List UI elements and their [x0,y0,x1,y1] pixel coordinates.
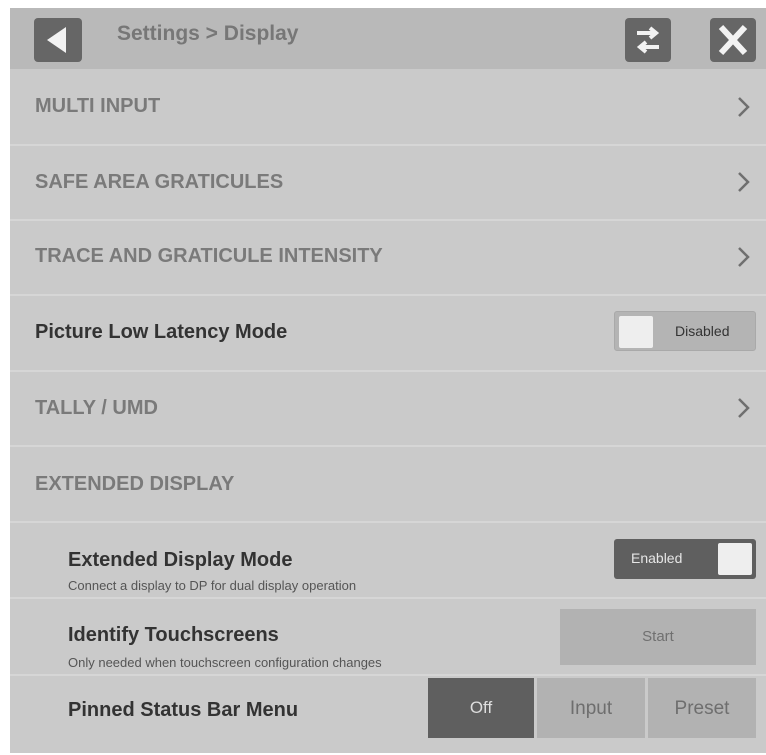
menu-item-tally-umd[interactable]: TALLY / UMD [10,372,766,447]
menu-item-multi-input[interactable]: MULTI INPUT [10,69,766,146]
segment-label: Preset [674,698,730,719]
back-button[interactable] [34,18,82,62]
toggle-state: Enabled [631,550,683,566]
segment-off[interactable]: Off [428,678,534,738]
segment-label: Off [469,698,493,717]
chevron-right-icon [738,172,750,192]
menu-item-trace-intensity[interactable]: TRACE AND GRATICULE INTENSITY [10,221,766,296]
toggle-knob [619,316,653,348]
menu-item-label: TRACE AND GRATICULE INTENSITY [35,245,383,267]
identify-touchscreens-description: Only needed when touchscreen configurati… [68,655,382,670]
extended-display-mode-row: Extended Display Mode Connect a display … [10,523,766,599]
menu-item-label: MULTI INPUT [35,95,161,117]
menu-item-safe-area[interactable]: SAFE AREA GRATICULES [10,146,766,221]
picture-low-latency-toggle[interactable]: Disabled [614,311,756,351]
close-button[interactable] [710,18,756,62]
close-x-icon [718,24,748,56]
extended-display-mode-toggle[interactable]: Enabled [614,539,756,579]
segment-input[interactable]: Input [537,678,645,738]
back-arrow-icon [47,27,66,53]
menu-item-label: SAFE AREA GRATICULES [35,171,284,193]
chevron-right-icon [738,247,750,267]
extended-display-mode-description: Connect a display to DP for dual display… [68,578,357,593]
toggle-state: Disabled [675,323,730,339]
identify-touchscreens-title: Identify Touchscreens [68,624,279,646]
swap-button[interactable] [625,18,671,62]
picture-low-latency-row: Picture Low Latency Mode Disabled [10,296,766,372]
toggle-knob [718,543,752,575]
chevron-right-icon [738,398,750,418]
section-heading: EXTENDED DISPLAY [35,473,235,495]
header-bar: Settings > Display [10,8,766,71]
segment-label: Input [569,698,613,719]
chevron-right-icon [738,97,750,117]
extended-display-section: EXTENDED DISPLAY [10,447,766,523]
pinned-status-bar-title: Pinned Status Bar Menu [68,699,299,721]
start-button[interactable]: Start [560,609,756,665]
extended-display-mode-title: Extended Display Mode [68,549,293,571]
segment-preset[interactable]: Preset [648,678,756,738]
start-button-label: Start [642,628,674,645]
page-title: Settings > Display [117,22,299,45]
menu-item-label: TALLY / UMD [35,397,158,419]
picture-low-latency-label: Picture Low Latency Mode [35,321,288,343]
settings-panel: Settings > Display MULTI INPUT SAFE AREA… [10,8,766,753]
swap-arrows-icon [636,26,660,54]
